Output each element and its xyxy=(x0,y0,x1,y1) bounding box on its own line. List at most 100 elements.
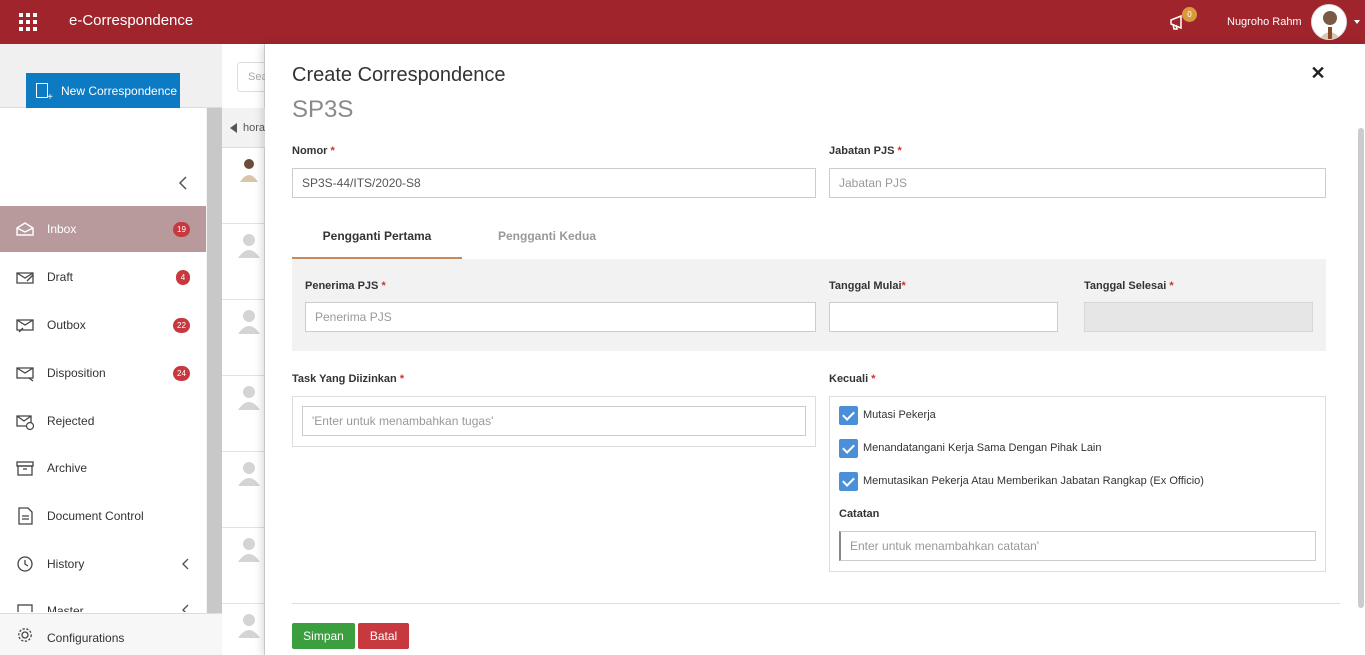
list-item[interactable] xyxy=(222,604,265,655)
disposition-icon xyxy=(16,367,34,382)
list-tab-bar: hora xyxy=(222,108,265,148)
rejected-icon xyxy=(16,415,35,431)
disposition-count-badge: 24 xyxy=(173,365,190,381)
kecuali-label: Kecuali * xyxy=(829,373,876,385)
sidebar-item-inbox[interactable]: Inbox 19 xyxy=(0,206,206,252)
sidebar-item-label: Master xyxy=(47,604,84,612)
tanggal-mulai-field[interactable] xyxy=(829,302,1058,332)
task-box: 'Enter untuk menambahkan tugas' xyxy=(292,396,816,447)
outbox-icon xyxy=(16,319,34,333)
scroll-left-arrow-icon[interactable] xyxy=(230,123,237,133)
user-avatar[interactable] xyxy=(1311,4,1347,40)
sidebar-item-history[interactable]: History xyxy=(0,541,206,587)
draft-icon xyxy=(16,272,34,284)
tanggal-mulai-label: Tanggal Mulai* xyxy=(829,280,906,292)
kecuali-box: Mutasi Pekerja Menandatangani Kerja Sama… xyxy=(829,396,1326,572)
user-name[interactable]: Nugroho Rahm xyxy=(1227,16,1302,28)
user-placeholder-icon xyxy=(238,234,260,258)
collapse-sidebar-chevron-icon[interactable] xyxy=(178,175,188,191)
sidebar-item-label: Inbox xyxy=(47,222,77,236)
inbox-count-badge: 19 xyxy=(173,221,190,237)
sender-avatar xyxy=(240,159,258,182)
master-expand-chevron-icon[interactable] xyxy=(181,604,189,612)
modal-scrollbar[interactable] xyxy=(1358,128,1364,608)
sidebar-item-draft[interactable]: Draft 4 xyxy=(0,254,206,300)
draft-count-badge: 4 xyxy=(176,269,190,285)
user-placeholder-icon xyxy=(238,614,260,638)
gear-icon xyxy=(18,628,32,642)
sidebar-item-label: Archive xyxy=(47,461,88,475)
catatan-input[interactable]: Enter untuk menambahkan catatan' xyxy=(839,531,1316,561)
kecuali-option[interactable]: Menandatangani Kerja Sama Dengan Pihak L… xyxy=(839,438,1102,458)
kecuali-option-label: Mutasi Pekerja xyxy=(863,409,936,421)
modal-title: Create Correspondence xyxy=(292,64,506,86)
sidebar-item-label: Document Control xyxy=(47,509,144,523)
list-item[interactable] xyxy=(222,528,265,604)
create-correspondence-modal: Create Correspondence SP3S ✕ Nomor * SP3… xyxy=(265,44,1365,655)
sidebar-item-disposition[interactable]: Disposition 24 xyxy=(0,350,206,396)
list-item[interactable] xyxy=(222,148,265,224)
sidebar-item-archive[interactable]: Archive xyxy=(0,445,206,491)
sidebar-item-label: Rejected xyxy=(47,414,95,428)
checkbox-checked[interactable] xyxy=(839,471,858,491)
sidebar-item-label: History xyxy=(47,557,85,571)
task-input[interactable]: 'Enter untuk menambahkan tugas' xyxy=(302,406,806,436)
new-correspondence-label: New Correspondence xyxy=(61,83,178,98)
user-placeholder-icon xyxy=(238,462,260,486)
master-icon xyxy=(17,604,33,612)
list-tab-label[interactable]: hora xyxy=(243,122,265,134)
inbox-icon xyxy=(16,222,34,236)
archive-icon xyxy=(16,461,34,476)
modal-subtitle: SP3S xyxy=(292,96,354,123)
history-icon xyxy=(17,556,33,572)
sidebar-item-label: Outbox xyxy=(47,318,86,332)
sidebar-item-label: Disposition xyxy=(47,366,106,380)
kecuali-option[interactable]: Mutasi Pekerja xyxy=(839,405,936,425)
jabatan-pjs-field[interactable]: Jabatan PJS xyxy=(829,168,1326,198)
nomor-field[interactable]: SP3S-44/ITS/2020-S8 xyxy=(292,168,816,198)
tanggal-selesai-field xyxy=(1084,302,1313,332)
tab-pengganti-pertama[interactable]: Pengganti Pertama xyxy=(292,218,462,259)
footer-divider xyxy=(292,603,1340,604)
user-placeholder-icon xyxy=(238,310,260,334)
jabatan-pjs-label: Jabatan PJS * xyxy=(829,145,902,157)
tanggal-selesai-label: Tanggal Selesai * xyxy=(1084,280,1174,292)
kecuali-option-label: Memutasikan Pekerja Atau Memberikan Jaba… xyxy=(863,475,1204,487)
list-item[interactable] xyxy=(222,224,265,300)
list-item[interactable] xyxy=(222,300,265,376)
configurations-bar[interactable]: Configurations xyxy=(0,613,222,655)
close-icon[interactable]: ✕ xyxy=(1309,64,1327,82)
catatan-label: Catatan xyxy=(839,508,880,520)
apps-grid-icon[interactable] xyxy=(19,13,37,31)
tab-pengganti-kedua[interactable]: Pengganti Kedua xyxy=(462,218,632,259)
checkbox-checked[interactable] xyxy=(839,405,858,425)
configurations-label: Configurations xyxy=(47,631,125,645)
list-item[interactable] xyxy=(222,452,265,528)
kecuali-option[interactable]: Memutasikan Pekerja Atau Memberikan Jaba… xyxy=(839,471,1204,491)
checkbox-checked[interactable] xyxy=(839,438,858,458)
cancel-button[interactable]: Batal xyxy=(358,623,409,649)
outbox-count-badge: 22 xyxy=(173,317,190,333)
task-label: Task Yang Diizinkan * xyxy=(292,373,405,385)
correspondence-list-panel: Search hora xyxy=(222,44,277,655)
sidebar-item-outbox[interactable]: Outbox 22 xyxy=(0,302,206,348)
history-expand-chevron-icon[interactable] xyxy=(181,558,189,570)
app-title: e-Correspondence xyxy=(69,12,194,29)
save-button[interactable]: Simpan xyxy=(292,623,355,649)
user-menu-caret-icon[interactable] xyxy=(1354,20,1360,24)
document-control-icon xyxy=(18,507,33,525)
user-placeholder-icon xyxy=(238,538,260,562)
new-document-icon xyxy=(36,83,53,103)
list-item[interactable] xyxy=(222,376,265,452)
new-correspondence-button[interactable]: New Correspondence xyxy=(26,73,180,108)
kecuali-option-label: Menandatangani Kerja Sama Dengan Pihak L… xyxy=(863,442,1102,454)
nomor-label: Nomor * xyxy=(292,145,335,157)
sidebar-scrollbar[interactable] xyxy=(207,108,222,613)
penerima-pjs-field[interactable]: Penerima PJS xyxy=(305,302,816,332)
top-bar: e-Correspondence 0 Nugroho Rahm xyxy=(0,0,1365,44)
penerima-pjs-label: Penerima PJS * xyxy=(305,280,386,292)
sidebar-item-rejected[interactable]: Rejected xyxy=(0,398,206,444)
sidebar-item-document-control[interactable]: Document Control xyxy=(0,493,206,539)
notification-badge: 0 xyxy=(1182,7,1197,22)
sidebar-item-master[interactable]: Master xyxy=(0,588,206,612)
